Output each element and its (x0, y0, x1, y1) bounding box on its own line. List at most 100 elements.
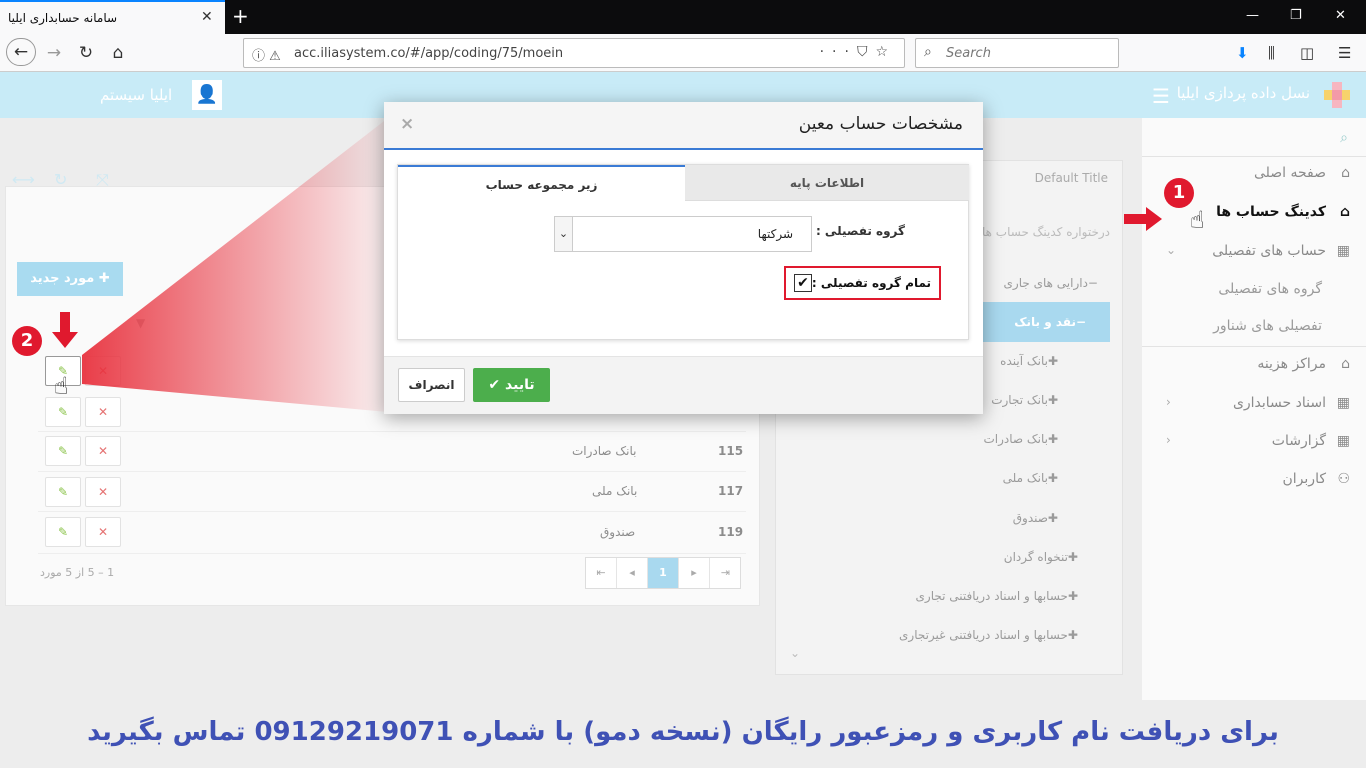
minimize-icon[interactable]: — (1246, 8, 1259, 23)
site-info-icon[interactable]: ⓘ ⚠ (252, 45, 281, 64)
pointer-hand-icon: ☝ (1190, 206, 1205, 234)
dialog-title: مشخصات حساب معین (798, 114, 963, 134)
filter-icon[interactable]: ▼ (136, 316, 145, 330)
chevron-down-icon[interactable]: ⌄ (790, 646, 800, 660)
delete-button[interactable]: ✕ (85, 517, 121, 547)
chevron-down-icon: ⌄ (555, 217, 573, 251)
search-placeholder: Search (946, 46, 991, 61)
avatar[interactable]: 👤 (192, 80, 222, 110)
sidebar-item-label: اسناد حسابداری (1232, 395, 1326, 411)
grid-icon: ▦ (1336, 433, 1350, 449)
browser-search-input[interactable]: ⌕ Search (915, 38, 1119, 68)
row-name: صندوق (600, 525, 636, 539)
edit-button[interactable]: ✎ (45, 436, 81, 466)
tree-node[interactable]: ✚بانک ملی (1003, 471, 1058, 485)
sidebar-subitem-floating-details[interactable]: تفصیلی های شناور (1213, 318, 1322, 334)
user-name: ایلیا سیستم (100, 86, 173, 104)
tree-node[interactable]: ✚بانک تجارت (991, 393, 1058, 407)
grid-icon: ▦ (1336, 243, 1350, 259)
delete-button[interactable]: ✕ (85, 477, 121, 507)
new-item-button[interactable]: ✚ مورد جدید (17, 262, 123, 296)
url-text: acc.iliasystem.co/#/app/coding/75/moein (294, 46, 564, 61)
all-groups-label: تمام گروه تفصیلی : (811, 276, 931, 290)
page-actions-icon[interactable]: ···⛉☆ (820, 44, 896, 60)
reload-icon[interactable]: ↻ (72, 40, 100, 66)
sidebar-item-label: گزارشات (1271, 433, 1326, 449)
row-name: بانک صادرات (572, 444, 637, 458)
users-icon: ⚇ (1337, 471, 1350, 487)
last-page-icon[interactable]: ⇥ (710, 558, 741, 588)
sidebar-search-icon[interactable]: ⌕ (1340, 130, 1348, 146)
next-page-icon[interactable]: ▸ (679, 558, 710, 588)
sidebar-item-accounting-docs[interactable]: ▦ اسناد حسابداری ‹ (1150, 387, 1350, 425)
detail-group-select[interactable]: ⌄ شرکتها (554, 216, 812, 252)
dialog-footer: تایید ✔ انصراف (384, 356, 983, 414)
tab-title: سامانه حسابداری ایلیا (8, 11, 118, 25)
cancel-button[interactable]: انصراف (398, 368, 465, 402)
delete-button[interactable]: ✕ (85, 397, 121, 427)
restore-icon[interactable]: ❐ (1290, 8, 1302, 23)
edit-button[interactable]: ✎ (45, 517, 81, 547)
sidebar-toggle-icon[interactable]: ◫ (1300, 44, 1314, 62)
tab-subaccounts[interactable]: زیر مجموعه حساب (398, 165, 685, 201)
new-item-label: مورد جدید (30, 271, 95, 286)
tab-base-info[interactable]: اطلاعات پایه (685, 165, 969, 201)
brand-title: نسل داده پردازی ایلیا (1176, 84, 1310, 102)
pagination: ⇤ ◂ 1 ▸ ⇥ (585, 557, 741, 589)
sidebar-item-reports[interactable]: ▦ گزارشات ‹ (1150, 425, 1350, 463)
tree-node[interactable]: ✚صندوق (1013, 511, 1058, 525)
divider (38, 471, 746, 472)
sidebar-item-detail-accounts[interactable]: ▦ حساب های تفصیلی ⌄ (1150, 235, 1350, 273)
confirm-button[interactable]: تایید ✔ (473, 368, 550, 402)
menu-toggle-icon[interactable]: ☰ (1152, 84, 1170, 108)
tree-node[interactable]: ✚تنخواه گردان (1004, 550, 1078, 564)
home-icon[interactable]: ⌂ (104, 40, 132, 66)
edit-button[interactable]: ✎ (45, 477, 81, 507)
detail-group-value: شرکتها (757, 227, 793, 241)
red-arrow-down-icon (52, 312, 78, 348)
prev-page-icon[interactable]: ◂ (617, 558, 648, 588)
divider (38, 511, 746, 512)
tree-node[interactable]: ✚بانک آینده (1000, 354, 1058, 368)
browser-tabbar: سامانه حسابداری ایلیا ✕ + — ❐ ✕ (0, 0, 1366, 34)
sidebar-subitem-detail-groups[interactable]: گروه های تفصیلی (1218, 281, 1322, 297)
first-page-icon[interactable]: ⇤ (586, 558, 617, 588)
sidebar-item-label: کاربران (1282, 471, 1326, 487)
url-bar[interactable]: ⓘ ⚠ acc.iliasystem.co/#/app/coding/75/mo… (243, 38, 905, 68)
sidebar-item-label: حساب های تفصیلی (1212, 243, 1326, 259)
tab-close-icon[interactable]: ✕ (201, 9, 213, 25)
tree-node[interactable]: ✚حسابها و اسناد دریافتنی غیرتجاری (899, 628, 1078, 642)
row-code: 115 (718, 444, 744, 458)
tree-header: درختواره کدینگ حساب ها (981, 225, 1110, 239)
divider (1142, 346, 1366, 347)
browser-tab[interactable]: سامانه حسابداری ایلیا ✕ (0, 0, 225, 34)
new-tab-icon[interactable]: + (232, 4, 249, 28)
menu-icon[interactable]: ☰ (1338, 44, 1351, 62)
dialog-tabs: اطلاعات پایه زیر مجموعه حساب (397, 164, 969, 340)
tree-node-selected[interactable]: −نقد و بانک (1014, 315, 1086, 329)
library-icon[interactable]: ⫼ (1268, 44, 1275, 62)
close-icon[interactable]: × (400, 114, 414, 134)
chevron-left-icon: ‹ (1166, 433, 1171, 447)
divider (38, 431, 746, 432)
tree-node[interactable]: ✚حسابها و اسناد دریافتنی تجاری (916, 589, 1078, 603)
sidebar-item-label: صفحه اصلی (1253, 165, 1326, 181)
back-icon[interactable]: ← (6, 38, 36, 66)
edit-button[interactable]: ✎ (45, 397, 81, 427)
forward-icon[interactable]: → (40, 40, 68, 66)
tree-node[interactable]: ✚بانک صادرات (983, 432, 1058, 446)
delete-button[interactable]: ✕ (85, 436, 121, 466)
window-close-icon[interactable]: ✕ (1335, 8, 1346, 23)
home-icon: ⌂ (1339, 204, 1350, 220)
all-groups-checkbox[interactable]: ✔ (794, 274, 812, 292)
sidebar-item-users[interactable]: ⚇ کاربران (1150, 463, 1350, 501)
page-current[interactable]: 1 (648, 558, 679, 588)
delete-button[interactable]: ✕ (85, 356, 121, 386)
browser-navbar: ← → ↻ ⌂ ⓘ ⚠ acc.iliasystem.co/#/app/codi… (0, 34, 1366, 72)
divider (38, 553, 746, 554)
sidebar-item-cost-centers[interactable]: ⌂ مراکز هزینه (1150, 348, 1350, 386)
dialog-header: مشخصات حساب معین × (384, 102, 983, 150)
download-icon[interactable]: ⬇ (1236, 44, 1249, 62)
tree-node[interactable]: −دارایی های جاری (1004, 276, 1098, 290)
detail-group-label: گروه تفصیلی : (815, 224, 905, 238)
